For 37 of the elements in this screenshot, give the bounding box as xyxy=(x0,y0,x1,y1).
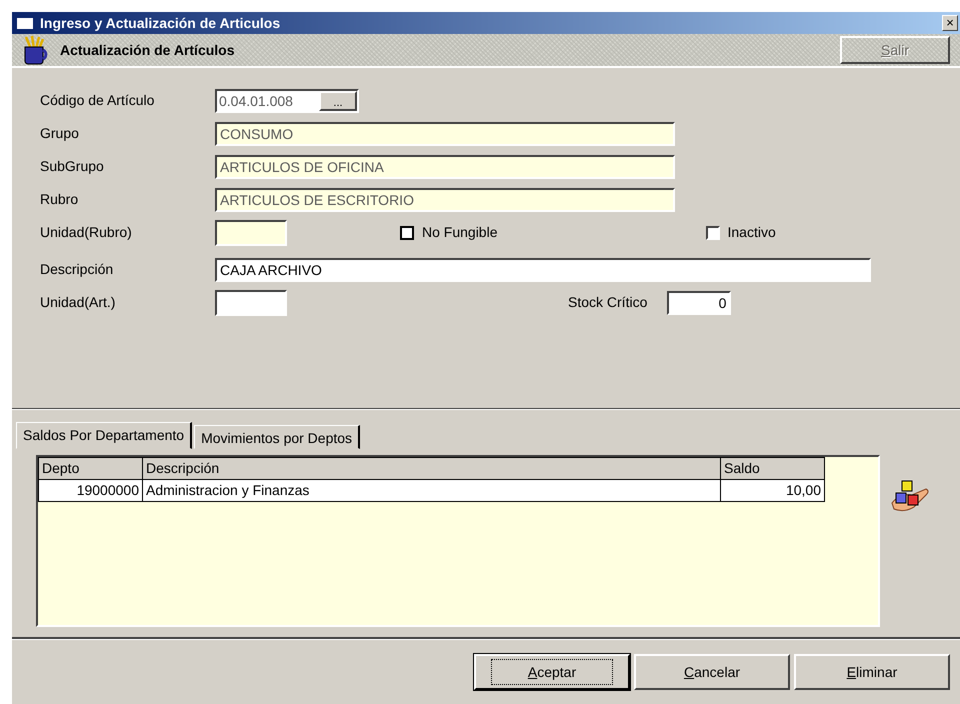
column-header[interactable]: Saldo xyxy=(720,458,824,480)
field-label: Rubro xyxy=(40,190,80,209)
dialog-button[interactable]: Cancelar xyxy=(634,654,790,690)
field-label: Código de Artículo xyxy=(40,91,156,110)
input-field[interactable]: 0 xyxy=(667,290,732,314)
tab[interactable]: Movimientos por Deptos xyxy=(194,425,360,449)
input-field[interactable]: CONSUMO xyxy=(215,122,675,146)
field-label: Stock Crítico xyxy=(568,293,648,312)
dialog-button[interactable]: Eliminar xyxy=(794,654,950,690)
input-field[interactable] xyxy=(215,220,287,246)
tab[interactable]: Saldos Por Departamento xyxy=(16,422,192,449)
input-field[interactable] xyxy=(215,290,287,316)
table-cell: 19000000 xyxy=(38,480,142,502)
field-label: Descripción xyxy=(40,260,114,279)
code-value: 0.04.01.008 xyxy=(218,92,294,110)
input-field[interactable]: ARTICULOS DE ESCRITORIO xyxy=(215,188,675,212)
checkbox-label: Inactivo xyxy=(728,223,776,242)
window-icon xyxy=(16,16,34,30)
window-title: Ingreso y Actualización de Articulos xyxy=(40,14,280,33)
field-label: SubGrupo xyxy=(40,157,105,176)
field-label: Unidad(Rubro) xyxy=(40,223,133,242)
browse-button[interactable]: ... xyxy=(319,90,357,110)
header-title: Actualización de Artículos xyxy=(60,40,235,60)
column-header[interactable]: Descripción xyxy=(142,458,720,480)
field-label: Unidad(Art.) xyxy=(40,293,116,312)
checkbox[interactable] xyxy=(400,226,414,240)
checkbox[interactable] xyxy=(706,226,720,240)
dialog-button[interactable]: Aceptar xyxy=(474,654,630,690)
input-field[interactable]: CAJA ARCHIVO xyxy=(215,258,871,282)
column-header[interactable]: Depto xyxy=(38,458,142,480)
code-field[interactable]: 0.04.01.008 ... xyxy=(215,88,359,112)
field-label: Grupo xyxy=(40,124,80,143)
input-field[interactable]: ARTICULOS DE OFICINA xyxy=(215,154,675,178)
checkbox-label: No Fungible xyxy=(422,223,498,242)
table-cell: 10,00 xyxy=(720,480,824,502)
close-button[interactable]: × xyxy=(942,15,958,31)
table-cell: Administracion y Finanzas xyxy=(142,480,720,502)
